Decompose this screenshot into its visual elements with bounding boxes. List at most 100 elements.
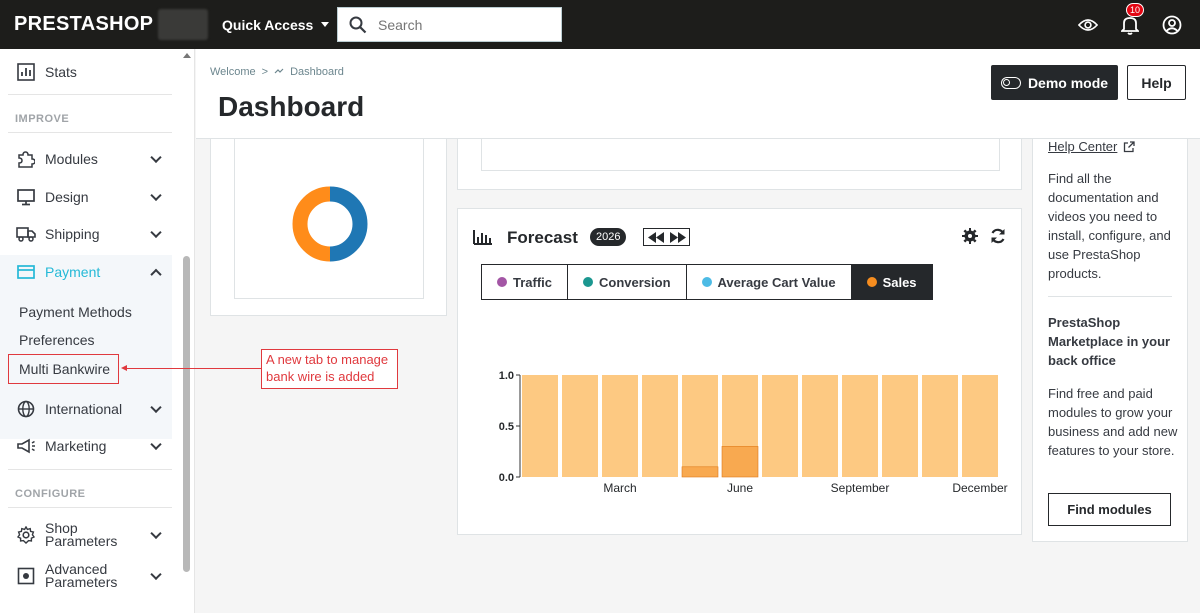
notifications-bell-icon[interactable]: 10 [1120,2,1145,35]
toggle-icon [1000,76,1021,89]
bar-overlay[interactable] [721,446,759,478]
chevron-up-icon[interactable] [150,268,162,281]
forecast-title: Forecast [507,228,578,247]
tab-traffic[interactable]: Traffic [482,265,569,299]
search-box[interactable] [337,7,562,42]
sidebar-item-shipping[interactable]: Shipping [0,221,172,247]
sidebar-item-label: Design [45,189,89,205]
gear-icon [16,525,36,545]
sidebar-scrollbar[interactable] [183,256,190,572]
annotation-arrow-line [126,368,261,369]
legend-dot [701,277,712,287]
help-button[interactable]: Help [1127,65,1186,100]
tab-label: Average Cart Value [717,274,836,290]
quick-access-dropdown[interactable]: Quick Access [222,17,330,33]
legend-dot [866,277,877,287]
globe-icon [16,399,36,419]
forecast-bar-chart: 1.0 0.5 0.0 March June September December [499,370,1008,495]
tab-label: Conversion [599,274,671,290]
chevron-down-icon[interactable] [150,438,162,451]
chevron-down-icon[interactable] [150,189,162,202]
x-tick-label: June [727,481,753,495]
shop-name-blurred [158,9,208,40]
search-input[interactable] [378,16,548,33]
search-icon[interactable] [338,16,378,34]
sidebar-item-label: Payment [45,264,101,280]
truck-icon [16,224,36,244]
x-tick-label: March [603,481,636,495]
bar[interactable] [602,375,638,477]
next-year-icon[interactable] [668,231,686,243]
year-badge: 2026 [590,228,627,246]
sidebar-subitem-preferences[interactable]: Preferences [19,332,94,348]
help-center-description: Find all the documentation and videos yo… [1048,171,1171,281]
forecast-card: Forecast 2026 Traffic Conversion Average… [457,208,1022,535]
sidebar-item-design[interactable]: Design [0,184,172,210]
donut-card [210,138,447,316]
top-middle-card [457,138,1022,190]
breadcrumb-dashboard[interactable]: Dashboard [290,66,344,78]
scroll-up-arrow-icon[interactable] [183,53,191,58]
year-navigation[interactable] [643,228,690,246]
sidebar-subitem-payment-methods[interactable]: Payment Methods [19,304,132,320]
donut-chart [292,186,368,262]
sidebar-item-label: Parameters [45,533,118,549]
help-center-link[interactable]: Help Center [1048,139,1136,154]
marketplace-title: PrestaShop Marketplace in your back offi… [1048,315,1171,368]
chevron-down-icon[interactable] [150,568,162,581]
puzzle-icon [16,149,36,169]
bar[interactable] [962,375,998,477]
bar[interactable] [642,375,678,477]
tab-sales[interactable]: Sales [851,265,932,299]
donut-slice [292,186,331,262]
sidebar: Stats IMPROVE Modules Design Shipping Pa… [0,49,195,613]
tab-average-cart-value[interactable]: Average Cart Value [686,265,852,299]
bar[interactable] [682,375,718,477]
panel-divider [1048,296,1172,297]
chevron-down-icon[interactable] [150,151,162,164]
previous-year-icon[interactable] [647,231,666,243]
sidebar-divider [8,94,172,95]
chevron-down-icon[interactable] [150,527,162,540]
eye-icon[interactable] [1078,15,1098,35]
prestashop-logo[interactable]: PRESTASHOP [14,13,154,36]
bar[interactable] [802,375,838,477]
bar[interactable] [562,375,598,477]
legend-dot [583,277,594,287]
stats-icon [16,62,36,82]
bar[interactable] [922,375,958,477]
sidebar-item-advanced-parameters[interactable]: Advanced Parameters [0,562,172,590]
x-tick-label: December [952,481,1007,495]
sidebar-item-modules[interactable]: Modules [0,146,172,172]
user-account-icon[interactable] [1162,15,1182,35]
bar[interactable] [762,375,798,477]
y-tick-label: 1.0 [499,370,514,382]
chevron-down-icon[interactable] [150,401,162,414]
legend-dot [497,277,507,287]
refresh-icon[interactable] [990,228,1006,249]
annotation-arrowhead [121,365,127,371]
donut-slice [329,186,368,262]
bar-overlay[interactable] [681,466,719,478]
sidebar-item-payment[interactable]: Payment [0,259,172,285]
sidebar-item-stats[interactable]: Stats [0,59,172,85]
y-tick-label: 0.5 [499,421,514,433]
y-tick-label: 0.0 [499,472,514,484]
breadcrumb-welcome[interactable]: Welcome [210,66,256,78]
bar[interactable] [882,375,918,477]
bar[interactable] [842,375,878,477]
credit-card-icon [16,262,36,282]
top-bar: PRESTASHOP Quick Access 10 [0,0,1200,49]
sidebar-item-marketing[interactable]: Marketing [0,433,172,459]
gear-icon[interactable] [962,228,978,249]
demo-mode-button[interactable]: Demo mode [991,65,1118,100]
bar[interactable] [522,375,558,477]
sidebar-item-international[interactable]: International [0,396,172,422]
sidebar-item-label: Parameters [45,574,118,590]
sidebar-item-shop-parameters[interactable]: Shop Parameters [0,521,172,549]
find-modules-button[interactable]: Find modules [1048,493,1171,526]
breadcrumb-separator: > [261,66,269,78]
tab-conversion[interactable]: Conversion [568,265,687,299]
tab-label: Sales [882,274,917,290]
chevron-down-icon[interactable] [150,226,162,239]
